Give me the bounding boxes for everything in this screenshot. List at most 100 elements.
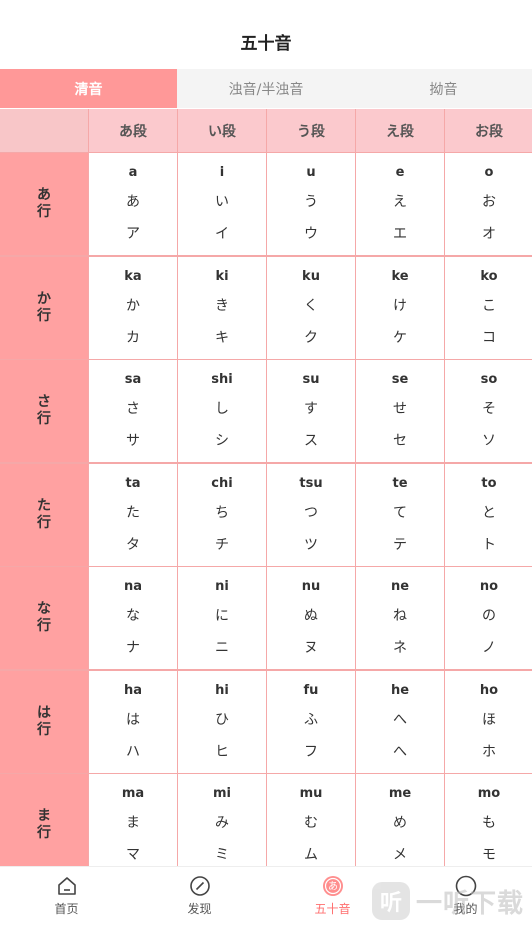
kana-cell[interactable]: na なナ	[89, 567, 177, 669]
tab-seion[interactable]: 清音	[0, 69, 177, 108]
kana-katakana: モ	[482, 847, 496, 864]
kana-romaji: me	[388, 785, 412, 801]
kana-cell[interactable]: te てテ	[356, 464, 444, 566]
kana-cell[interactable]: hi ひヒ	[178, 671, 266, 773]
row-header: さ行	[0, 360, 88, 462]
row-header: か行	[0, 257, 88, 359]
kana-hiragana: ほ	[482, 712, 496, 729]
kana-cell[interactable]: ku くク	[267, 257, 355, 359]
kana-romaji: ne	[390, 578, 410, 594]
column-header: お段	[445, 109, 532, 152]
row-header-char: な	[37, 601, 51, 617]
kana-cell[interactable]: oおオ	[445, 153, 532, 255]
row-header-label: さ行	[36, 394, 52, 428]
kana-hiragana: つ	[304, 505, 318, 522]
kana-cell[interactable]: he へへ	[356, 671, 444, 773]
kana-cell[interactable]: ka かカ	[89, 257, 177, 359]
kana-romaji: ha	[123, 682, 143, 698]
row-header-char: 行	[37, 411, 51, 427]
row-header: な行	[0, 567, 88, 669]
kana-cell[interactable]: aあア	[89, 153, 177, 255]
kana-cell[interactable]: so そソ	[445, 360, 532, 462]
row-header-char: 行	[37, 204, 51, 220]
kana-katakana: イ	[215, 226, 229, 243]
kana-cell[interactable]: ke けケ	[356, 257, 444, 359]
kana-katakana: ネ	[393, 640, 407, 657]
kana-romaji: se	[391, 371, 409, 387]
kana-cell[interactable]: se せセ	[356, 360, 444, 462]
kana-katakana: ホ	[482, 744, 496, 761]
kana-cell[interactable]: chi ちチ	[178, 464, 266, 566]
row-header: ま行	[0, 774, 88, 866]
kana-romaji: fu	[303, 682, 319, 698]
kana-hiragana: こ	[482, 298, 496, 315]
kana-cell[interactable]: shi しシ	[178, 360, 266, 462]
kana-cell[interactable]: ma まマ	[89, 774, 177, 866]
kana-cell[interactable]: no のノ	[445, 567, 532, 669]
kana-cell[interactable]: fu ふフ	[267, 671, 355, 773]
kana-cell[interactable]: su すス	[267, 360, 355, 462]
kana-romaji: chi	[211, 475, 233, 491]
kana-hiragana: き	[215, 298, 229, 315]
row-header-char: ま	[37, 808, 51, 824]
column-header: え段	[356, 109, 444, 152]
tab-youon[interactable]: 拗音	[355, 69, 532, 108]
kana-hiragana: ま	[126, 815, 140, 832]
kana-romaji: he	[390, 682, 410, 698]
kana-katakana: シ	[215, 433, 229, 450]
kana-hiragana: め	[393, 815, 407, 832]
kana-cell[interactable]: to とト	[445, 464, 532, 566]
kana-hiragana: け	[393, 298, 407, 315]
kana-hiragana: と	[482, 505, 496, 522]
kana-romaji: ko	[480, 268, 498, 284]
kana-cell[interactable]: me めメ	[356, 774, 444, 866]
nav-discover[interactable]: 发现	[133, 867, 266, 925]
kana-cell[interactable]: nu ぬヌ	[267, 567, 355, 669]
kana-katakana: ム	[304, 847, 318, 864]
kana-cell[interactable]: mo もモ	[445, 774, 532, 866]
page-title: 五十音	[240, 33, 292, 54]
row-header-char: 行	[37, 308, 51, 324]
row-header-label: ま行	[36, 808, 52, 842]
kana-hiragana: す	[304, 401, 318, 418]
kana-katakana: ハ	[126, 744, 140, 761]
compass-icon	[189, 876, 210, 896]
kana-cell[interactable]: ne ねネ	[356, 567, 444, 669]
kana-katakana: コ	[482, 330, 496, 347]
kana-katakana: オ	[482, 226, 496, 243]
nav-kana-label: 五十音	[314, 902, 351, 916]
nav-home[interactable]: 首页	[0, 867, 133, 925]
kana-cell[interactable]: ko こコ	[445, 257, 532, 359]
kana-hiragana: ぬ	[304, 608, 318, 625]
row-header-char: か	[37, 291, 51, 307]
kana-romaji: te	[392, 475, 408, 491]
kana-katakana: エ	[393, 226, 407, 243]
kana-katakana: ニ	[215, 640, 229, 657]
kana-cell[interactable]: ki きキ	[178, 257, 266, 359]
kana-katakana: チ	[215, 537, 229, 554]
row-header: あ行	[0, 153, 88, 255]
watermark-badge-text: 听	[379, 891, 402, 916]
kana-cell[interactable]: eえエ	[356, 153, 444, 255]
kana-cell[interactable]: mi みミ	[178, 774, 266, 866]
row-header-label: は行	[36, 705, 52, 739]
kana-cell[interactable]: mu むム	[267, 774, 355, 866]
kana-cell[interactable]: ho ほホ	[445, 671, 532, 773]
kana-katakana: ナ	[126, 640, 140, 657]
kana-cell[interactable]: tsu つツ	[267, 464, 355, 566]
kana-cell[interactable]: sa さサ	[89, 360, 177, 462]
kana-katakana: ア	[126, 226, 140, 243]
tab-dakuon[interactable]: 浊音/半浊音	[177, 69, 355, 108]
kana-cell[interactable]: iいイ	[178, 153, 266, 255]
kana-katakana: ヌ	[304, 640, 318, 657]
table-corner	[0, 109, 88, 152]
watermark-text: 一听下载	[416, 888, 525, 919]
tab-bar: 清音 浊音/半浊音 拗音	[0, 69, 532, 108]
kana-cell[interactable]: ta たタ	[89, 464, 177, 566]
kana-hiragana: さ	[126, 401, 140, 418]
kana-cell[interactable]: uうウ	[267, 153, 355, 255]
kana-cell[interactable]: ni にニ	[178, 567, 266, 669]
kana-hiragana: な	[126, 608, 140, 625]
column-header: う段	[267, 109, 355, 152]
kana-cell[interactable]: ha はハ	[89, 671, 177, 773]
